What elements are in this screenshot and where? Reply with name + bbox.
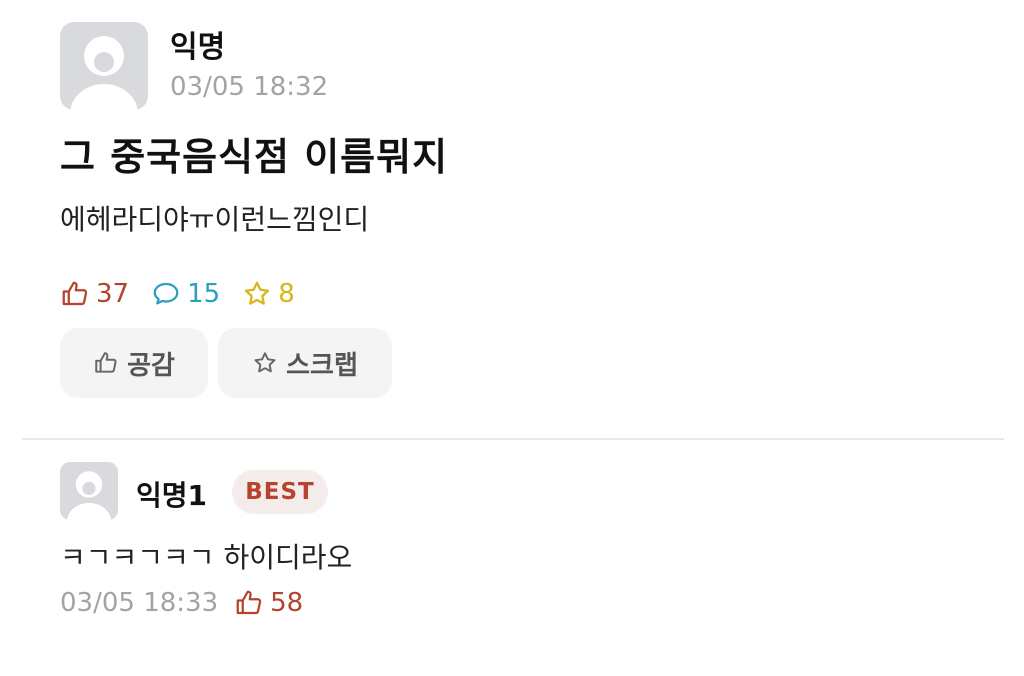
best-badge: BEST — [232, 470, 328, 514]
like-button[interactable]: 공감 — [60, 328, 208, 398]
comment-avatar[interactable] — [60, 462, 118, 520]
scrap-button[interactable]: 스크랩 — [218, 328, 392, 398]
comment-count-value: 15 — [187, 279, 221, 309]
comment-author[interactable]: 익명1 — [136, 474, 207, 514]
thumbs-up-icon — [62, 281, 88, 306]
scrap-count-value: 8 — [278, 279, 295, 309]
comment-text: ㅋㄱㅋㄱㅋㄱ 하이디라오 — [60, 541, 353, 574]
like-button-label: 공감 — [127, 350, 175, 381]
default-profile-icon — [66, 471, 112, 520]
post-stats: 37 15 8 — [60, 276, 317, 312]
comment-like-button[interactable]: 58 — [234, 588, 303, 618]
comment-meta: 03/05 18:33 58 — [60, 586, 303, 620]
post-avatar[interactable] — [60, 22, 148, 110]
scrap-button-label: 스크랩 — [286, 350, 358, 381]
star-icon — [254, 352, 276, 373]
post-timestamp: 03/05 18:32 — [170, 72, 329, 102]
comment-timestamp: 03/05 18:33 — [60, 588, 219, 618]
post-body: 에헤라디야ㅠ이런느낌인디 — [60, 203, 370, 236]
thumbs-up-icon — [236, 590, 262, 615]
post-title: 그 중국음식점 이름뭐지 — [60, 135, 449, 179]
star-icon — [245, 281, 270, 305]
scrap-count: 8 — [242, 279, 295, 309]
speech-bubble-icon — [153, 282, 179, 305]
comment-like-count: 58 — [270, 588, 304, 618]
comment-count: 15 — [151, 279, 220, 309]
divider — [22, 438, 1004, 440]
default-profile-icon — [70, 36, 138, 110]
like-count: 37 — [60, 279, 129, 309]
like-count-value: 37 — [96, 279, 130, 309]
thumbs-up-icon — [95, 352, 117, 373]
post-author[interactable]: 익명 — [170, 22, 225, 66]
